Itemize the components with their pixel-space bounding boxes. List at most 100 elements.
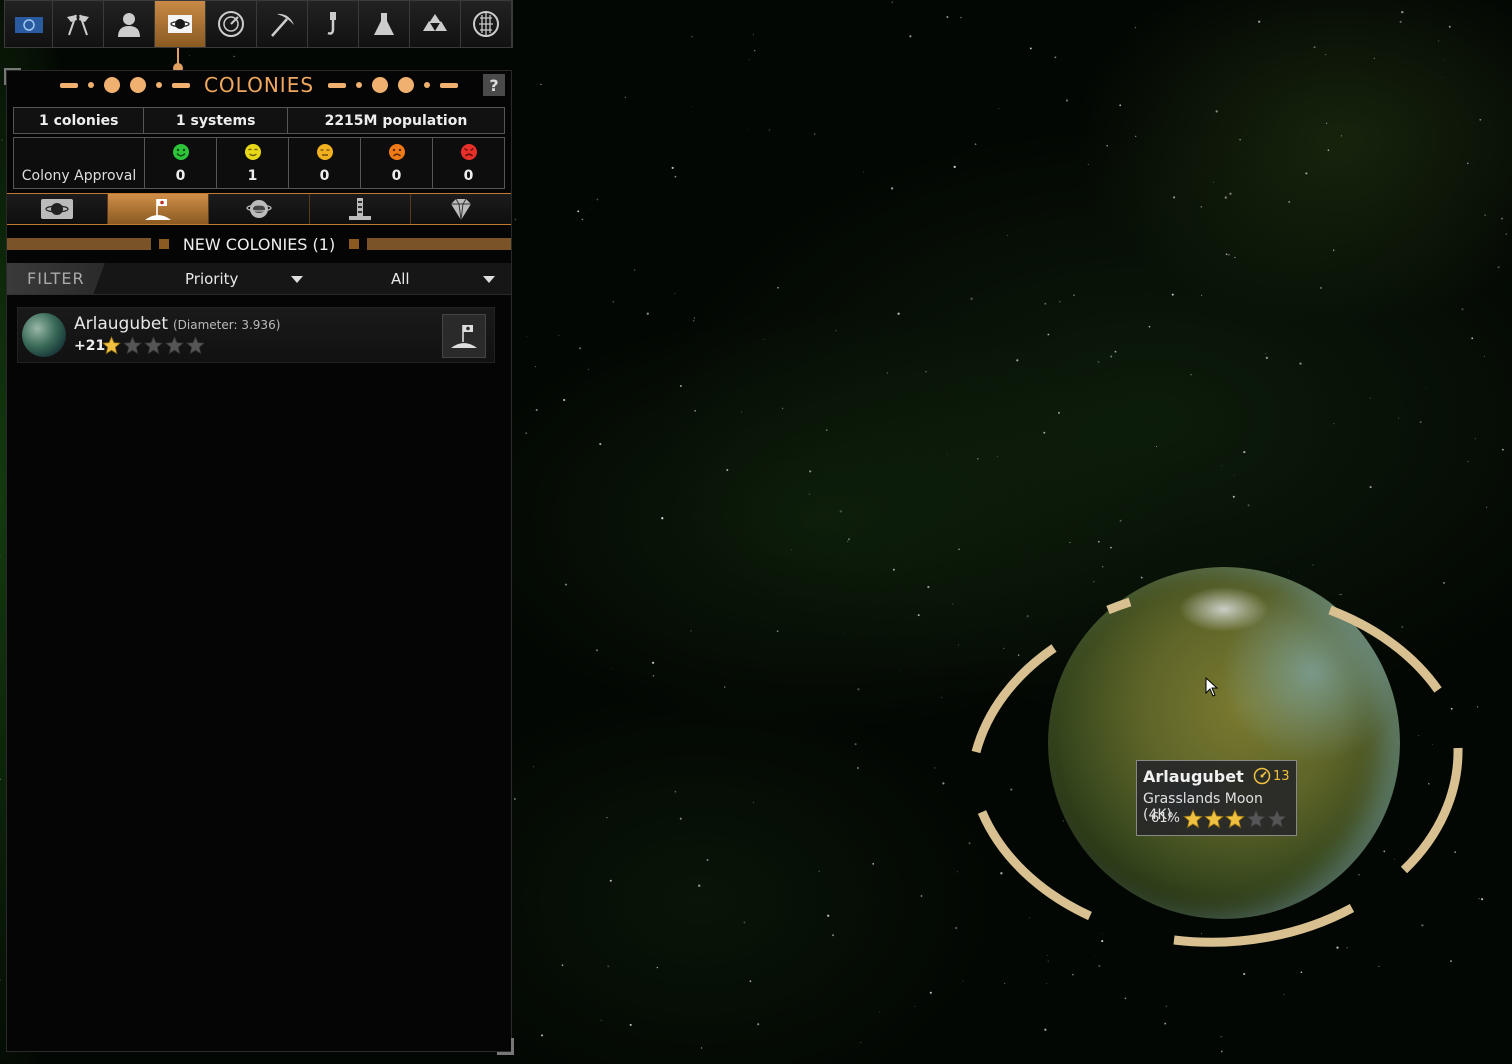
approval-count: 0 bbox=[463, 168, 474, 184]
person-icon bbox=[118, 13, 140, 37]
stat-population: 2215M population bbox=[324, 112, 468, 129]
tooltip-rating bbox=[1183, 809, 1287, 829]
approval-happy: 1 bbox=[217, 138, 289, 188]
sort-chevron-down-icon[interactable] bbox=[291, 276, 303, 283]
toolbar-empire-button[interactable] bbox=[5, 1, 53, 47]
colony-score: +21 bbox=[74, 338, 106, 354]
diamond-icon bbox=[451, 198, 471, 221]
colony-stats-bar: 1 colonies 1 systems 2215M population bbox=[13, 107, 505, 134]
colony-diameter: (Diameter: 3.936) bbox=[173, 318, 281, 332]
toolbar-mining-button[interactable] bbox=[257, 1, 308, 47]
section-bar-right bbox=[367, 238, 512, 250]
approval-count: 0 bbox=[319, 168, 330, 184]
unhappy-face-icon bbox=[388, 144, 405, 160]
toolbar-galaxy-button[interactable] bbox=[461, 1, 512, 47]
toolbar-research-button[interactable] bbox=[206, 1, 257, 47]
colonize-flag-icon bbox=[451, 325, 477, 348]
stat-colonies: 1 colonies bbox=[14, 108, 145, 133]
colony-name: Arlaugubet bbox=[74, 314, 169, 334]
tooltip-population: 13 bbox=[1253, 767, 1290, 785]
tooltip-quality: 61% bbox=[1151, 811, 1180, 826]
help-button[interactable]: ? bbox=[483, 74, 505, 96]
planet-icon bbox=[41, 199, 73, 219]
gauge-icon bbox=[218, 11, 244, 37]
content-face-icon bbox=[316, 144, 333, 160]
approval-unhappy: 0 bbox=[361, 138, 433, 188]
star-filled-icon bbox=[1204, 809, 1224, 829]
approval-count: 0 bbox=[391, 168, 402, 184]
tooltip-planet-name: Arlaugubet bbox=[1143, 767, 1244, 786]
toolbar-fleets-button[interactable] bbox=[410, 1, 461, 47]
star-empty-icon bbox=[186, 336, 205, 355]
colony-subtabs bbox=[7, 193, 511, 225]
colonies-panel: COLONIES ? 1 colonies 1 systems 2215M po… bbox=[6, 70, 512, 1052]
planet-thumbnail-icon bbox=[22, 313, 66, 357]
stat-systems: 1 systems bbox=[144, 108, 288, 133]
pickaxe-icon bbox=[271, 13, 294, 37]
approval-ecstatic: 0 bbox=[145, 138, 217, 188]
mouse-cursor-icon bbox=[1205, 677, 1219, 697]
panel-resize-handle[interactable] bbox=[497, 1038, 514, 1055]
tab-structures[interactable] bbox=[310, 194, 411, 224]
colony-planet-icon bbox=[168, 15, 192, 33]
tab-resources[interactable] bbox=[411, 194, 511, 224]
star-empty-icon bbox=[1267, 809, 1287, 829]
header-decoration-left bbox=[59, 77, 190, 93]
new-colonies-section-header: NEW COLONIES (1) bbox=[7, 231, 512, 257]
sort-dropdown[interactable]: Priority bbox=[185, 263, 238, 295]
planet-tooltip: Arlaugubet 13 Grasslands Moon (4K) 61% bbox=[1136, 760, 1297, 836]
crossed-flags-icon bbox=[67, 14, 89, 36]
approval-count: 0 bbox=[175, 168, 186, 184]
colony-list-item[interactable]: Arlaugubet (Diameter: 3.936) +21 bbox=[17, 307, 495, 363]
star-filled-icon bbox=[1183, 809, 1203, 829]
orbit-planet-icon bbox=[246, 200, 272, 218]
section-bar-left bbox=[7, 238, 151, 250]
ecstatic-face-icon bbox=[172, 144, 189, 160]
filter-label: FILTER bbox=[7, 262, 105, 295]
type-dropdown-value: All bbox=[391, 270, 410, 288]
section-marker-right bbox=[349, 239, 360, 249]
colony-approval-table: Colony Approval 0 1 0 0 0 bbox=[13, 137, 505, 189]
type-dropdown[interactable]: All bbox=[391, 263, 410, 295]
type-chevron-down-icon[interactable] bbox=[483, 276, 495, 283]
tab-new-colonies[interactable] bbox=[108, 194, 209, 224]
colonize-flag-icon bbox=[145, 199, 171, 220]
toolbar-diplomacy-button[interactable] bbox=[53, 1, 104, 47]
star-empty-icon bbox=[165, 336, 184, 355]
colony-rating bbox=[102, 336, 205, 355]
star-empty-icon bbox=[144, 336, 163, 355]
main-toolbar bbox=[4, 0, 513, 48]
section-marker-left bbox=[158, 239, 169, 249]
panel-title: COLONIES bbox=[203, 73, 315, 97]
approval-label: Colony Approval bbox=[14, 138, 145, 188]
panel-header: COLONIES ? bbox=[7, 71, 511, 99]
approval-angry: 0 bbox=[433, 138, 504, 188]
population-icon bbox=[1253, 767, 1271, 785]
colonize-button[interactable] bbox=[442, 314, 486, 358]
sort-dropdown-value: Priority bbox=[185, 270, 239, 288]
header-decoration-right bbox=[328, 77, 459, 93]
grid-globe-icon bbox=[473, 11, 499, 37]
star-filled-icon bbox=[1225, 809, 1245, 829]
flask-icon bbox=[374, 13, 394, 35]
star-empty-icon bbox=[123, 336, 142, 355]
happy-face-icon bbox=[244, 144, 261, 160]
filter-row: FILTER Priority All bbox=[7, 262, 511, 295]
empire-flag-icon bbox=[14, 17, 43, 33]
toolbar-colonies-button[interactable] bbox=[155, 1, 206, 47]
approval-content: 0 bbox=[289, 138, 361, 188]
tooltip-population-value: 13 bbox=[1273, 768, 1290, 784]
crane-hook-icon bbox=[327, 12, 336, 35]
toolbar-characters-button[interactable] bbox=[104, 1, 155, 47]
tab-planets[interactable] bbox=[209, 194, 310, 224]
tower-icon bbox=[349, 198, 371, 220]
angry-face-icon bbox=[460, 144, 477, 160]
star-filled-icon bbox=[102, 336, 121, 355]
ships-icon bbox=[423, 14, 447, 31]
star-empty-icon bbox=[1246, 809, 1266, 829]
toolbar-construction-button[interactable] bbox=[308, 1, 359, 47]
toolbar-science-button[interactable] bbox=[359, 1, 410, 47]
section-title: NEW COLONIES (1) bbox=[182, 234, 336, 254]
tab-colonies[interactable] bbox=[7, 194, 108, 224]
approval-count: 1 bbox=[247, 168, 258, 184]
